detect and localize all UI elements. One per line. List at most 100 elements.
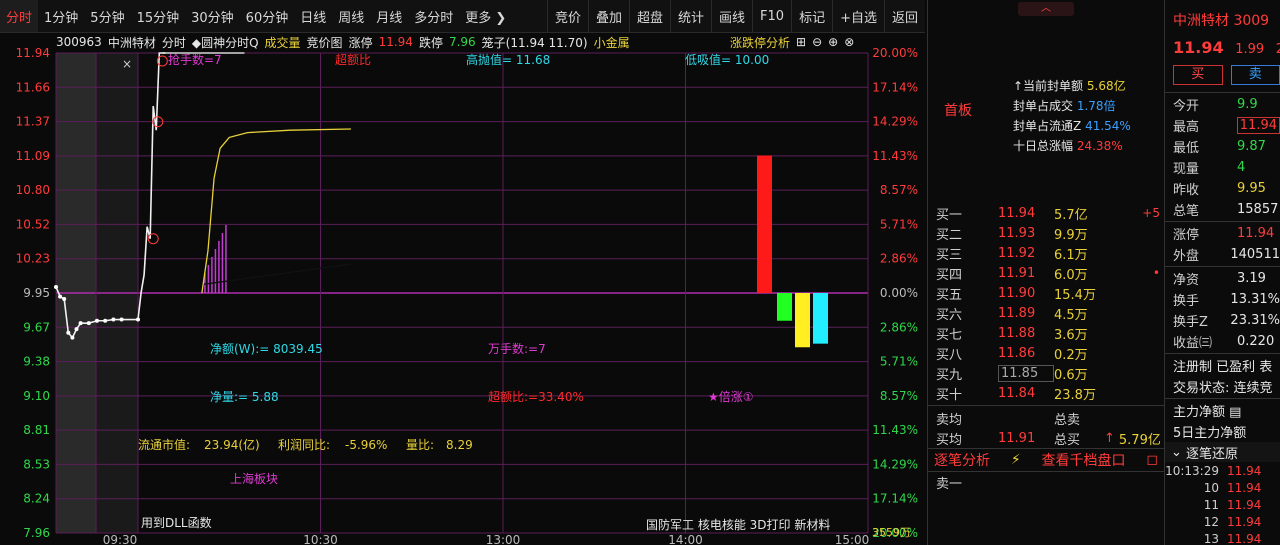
sector-tag[interactable]: 小金属 <box>594 34 630 51</box>
period-tab-10[interactable]: 更多 ❯ <box>459 0 512 32</box>
sell-one-label: 卖一 <box>936 476 963 492</box>
sell-button[interactable]: 卖 <box>1230 65 1280 85</box>
quote-stat-value: 15857 <box>1237 202 1279 217</box>
tab-volume[interactable]: 成交量 <box>265 34 301 51</box>
period-tab-0[interactable]: 分时 <box>0 0 39 32</box>
limit-down-label: 跌停 <box>418 35 443 50</box>
bid-price: 11.88 <box>998 325 1036 341</box>
profit-yoy-value: -5.96% <box>345 438 387 452</box>
quote-price: 11.94 <box>1173 38 1224 57</box>
bid-level-label: 买三 <box>936 247 963 263</box>
intraday-chart[interactable]: 11.94 20.00% 11.66 17.14% 11.37 14.29% 11.09 11… <box>0 33 925 545</box>
period-tab-4[interactable]: 30分钟 <box>185 0 240 32</box>
bid-volume: 6.1万 <box>1054 247 1088 263</box>
bid-volume: 5.7亿 <box>1054 207 1088 223</box>
bid-level-row[interactable]: 买七 11.88 3.6万 <box>928 323 1164 343</box>
bid-level-row[interactable]: 买一 11.94 5.7亿 +5 <box>928 203 1164 223</box>
price-tick-label: 9.10 <box>23 389 50 403</box>
buy-button[interactable]: 买 <box>1173 65 1223 85</box>
tool-button-4[interactable]: 画线 <box>711 0 752 32</box>
strength-bar <box>813 293 828 344</box>
super-ratio-top-label: 超额比 <box>335 52 371 67</box>
tick-price: 11.94 <box>1227 514 1262 529</box>
pct-tick-label: 17.14% <box>872 80 918 94</box>
period-tab-3[interactable]: 15分钟 <box>131 0 186 32</box>
quote-stat-label: 换手 <box>1173 294 1200 309</box>
pct-tick-label: 14.29% <box>872 457 918 471</box>
tool-button-2[interactable]: 超盘 <box>628 0 670 32</box>
tool-button-8[interactable]: 返回 <box>883 0 925 32</box>
tick-row: 11 11.94 <box>1165 496 1280 513</box>
period-tab-7[interactable]: 周线 <box>332 0 370 32</box>
tool-button-5[interactable]: F10 <box>752 0 791 32</box>
settings-icon[interactable]: ⊞ <box>796 35 806 49</box>
seal-row: 封单占流通Z 41.54% <box>1013 116 1131 136</box>
collapse-arrow-icon[interactable]: ⌄ <box>1171 445 1186 460</box>
bid-level-row[interactable]: 买四 11.91 6.0万 • <box>928 263 1164 283</box>
quote-stat-label: 最高 <box>1173 120 1200 135</box>
net-volume-label: 净量:= 5.88 <box>210 390 279 404</box>
pct-tick-label: 8.57% <box>880 389 918 403</box>
main-net-5day[interactable]: 5日主力净额 <box>1165 421 1280 442</box>
tool-button-0[interactable]: 竞价 <box>546 0 588 32</box>
super-ratio-label: 超额比:=33.40% <box>488 389 584 404</box>
buy-avg-row: 买均 11.91 总买 ↑ 5.79亿 <box>928 428 1164 448</box>
bid-price: 11.90 <box>998 285 1036 301</box>
collapse-button[interactable]: ︿ <box>1018 2 1074 16</box>
lightning-icon[interactable]: ⚡ <box>1011 452 1021 468</box>
price-point <box>70 335 75 340</box>
time-tick-label: 14:00 <box>668 533 703 545</box>
total-buy-value: 5.79亿 <box>1118 432 1161 448</box>
float-cap-value: 23.94(亿) <box>204 437 260 452</box>
bid-price: 11.84 <box>998 385 1036 401</box>
period-tab-2[interactable]: 5分钟 <box>84 0 130 32</box>
bid-change: +5 <box>1142 206 1160 220</box>
pct-tick-label: 5.71% <box>880 217 918 231</box>
bid-level-label: 买二 <box>936 227 963 243</box>
bid-level-row[interactable]: 买九 11.85 0.6万 <box>928 363 1164 383</box>
bid-level-row[interactable]: 买三 11.92 6.1万 <box>928 243 1164 263</box>
tool-button-3[interactable]: 统计 <box>670 0 711 32</box>
tool-button-1[interactable]: 叠加 <box>587 0 629 32</box>
expand-icon[interactable]: ◻ <box>1146 452 1158 468</box>
grab-count-label: 抢手数=7 <box>168 52 222 67</box>
plus-icon[interactable]: ⊕ <box>828 35 838 49</box>
tab-auction[interactable]: 竞价图 <box>307 34 343 51</box>
close-icon[interactable]: ⊗ <box>844 35 854 49</box>
limit-down-value: 7.96 <box>448 35 476 49</box>
period-tab-1[interactable]: 1分钟 <box>38 0 84 32</box>
bid-level-row[interactable]: 买五 11.90 15.4万 <box>928 283 1164 303</box>
bid-level-row[interactable]: 买二 11.93 9.9万 <box>928 223 1164 243</box>
main-net-amount[interactable]: 主力净额 ▤ <box>1165 400 1280 421</box>
bid-level-row[interactable]: 买十 11.84 23.8万 <box>928 383 1164 403</box>
tool-button-7[interactable]: +自选 <box>832 0 884 32</box>
period-tab-5[interactable]: 60分钟 <box>240 0 295 32</box>
concept-tags: 国防军工 核电核能 3D打印 新材料 <box>646 517 830 532</box>
bid-level-row[interactable]: 买六 11.89 4.5万 <box>928 303 1164 323</box>
view-thousand-button[interactable]: 查看千档盘口 <box>1042 450 1126 470</box>
seal-value: 1.78倍 <box>1076 99 1116 113</box>
limit-analysis-link[interactable]: 涨跌停分析 <box>730 34 790 51</box>
period-tab-6[interactable]: 日线 <box>294 0 332 32</box>
tick-restore-header[interactable]: ⌄ 逐笔还原 <box>1165 442 1280 462</box>
limit-up-label: 涨停 <box>348 35 373 50</box>
tick-time: 10 <box>1203 480 1219 495</box>
bid-level-row[interactable]: 买八 11.86 0.2万 <box>928 343 1164 363</box>
tick-analysis-bar: 逐笔分析 ⚡ 查看千档盘口 ◻ <box>928 448 1164 472</box>
price-point <box>111 317 116 322</box>
quote-stat-row: 换手 13.31% <box>1165 289 1280 310</box>
period-tab-9[interactable]: 多分时 <box>408 0 459 32</box>
tool-button-6[interactable]: 标记 <box>791 0 832 32</box>
limit-up-value: 11.94 <box>378 35 413 49</box>
tick-analysis-button[interactable]: 逐笔分析 <box>934 450 990 470</box>
mode-label[interactable]: 分时 <box>162 34 186 51</box>
first-board-label: 首板 <box>944 103 972 119</box>
bid-volume: 23.8万 <box>1054 387 1096 403</box>
quote-stat-value: 11.94 <box>1236 117 1280 134</box>
period-tab-8[interactable]: 月线 <box>370 0 408 32</box>
minus-icon[interactable]: ⊖ <box>812 35 822 49</box>
total-buy-label: 总买 <box>1054 432 1081 448</box>
indicator-selector[interactable]: ◆圆神分时Q <box>192 34 259 51</box>
net-amount-label: 净额(W):= 8039.45 <box>210 342 323 356</box>
tick-time: 11 <box>1203 497 1219 512</box>
